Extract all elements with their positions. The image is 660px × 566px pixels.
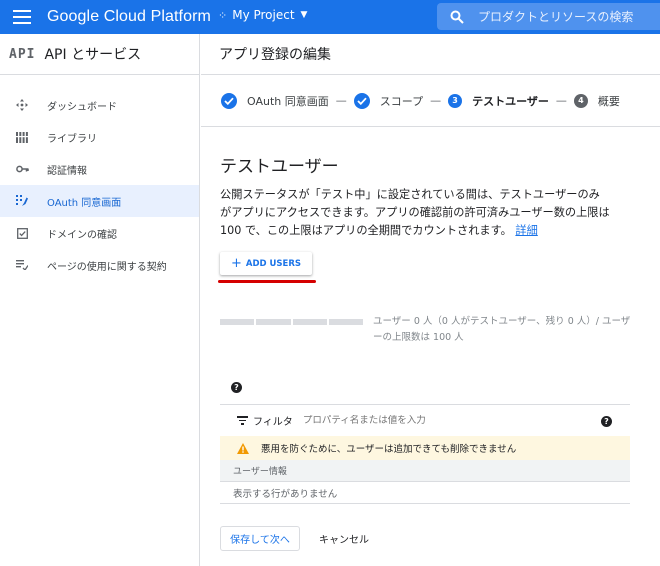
- sidebar-item-credentials[interactable]: 認証情報: [0, 153, 199, 185]
- dashboard-icon: [15, 99, 29, 111]
- test-users-table: フィルタ ? 悪用を防ぐために、ユーザーは追加できても削除できません ユーザー情…: [220, 404, 630, 504]
- check-circle-icon: [353, 92, 370, 109]
- filter-icon[interactable]: [237, 414, 248, 427]
- sidebar: API API とサービス ダッシュボード ライブラリ 認証情報 OAuth 同…: [0, 34, 200, 566]
- caret-down-icon: ▼: [300, 10, 308, 20]
- filter-bar: フィルタ ?: [220, 404, 630, 436]
- help-icon[interactable]: ?: [601, 416, 612, 427]
- warning-text: 悪用を防ぐために、ユーザーは追加できても削除できません: [261, 444, 517, 455]
- key-icon: [15, 165, 29, 173]
- sidebar-item-label: 認証情報: [47, 165, 87, 177]
- quota-segment: [220, 319, 255, 325]
- step-number-badge: 3: [448, 93, 463, 108]
- sidebar-item-label: ドメインの確認: [47, 229, 117, 241]
- help-icon[interactable]: ?: [231, 382, 242, 393]
- add-users-button[interactable]: + ADD USERS: [220, 252, 312, 275]
- sidebar-item-label: OAuth 同意画面: [47, 197, 122, 209]
- library-icon: [15, 131, 29, 143]
- step-scopes[interactable]: スコープ: [380, 93, 423, 109]
- search-box[interactable]: プロダクトとリソースの検索: [437, 3, 660, 30]
- add-users-label: ADD USERS: [245, 258, 302, 269]
- quota-segment: [256, 319, 291, 325]
- consent-icon: [15, 195, 29, 207]
- search-placeholder: プロダクトとリソースの検索: [478, 10, 634, 24]
- cancel-button[interactable]: キャンセル: [313, 526, 375, 551]
- step-separator: —: [555, 94, 567, 107]
- agreement-icon: [15, 260, 29, 270]
- step-number-badge: 4: [573, 93, 588, 108]
- step-separator: —: [430, 94, 442, 107]
- filter-label: フィルタ: [253, 417, 293, 428]
- filter-input[interactable]: [302, 415, 573, 426]
- step-summary: 概要: [597, 94, 620, 108]
- sidebar-item-page-usage-agreements[interactable]: ページの使用に関する契約: [0, 249, 199, 281]
- project-name: My Project: [232, 8, 295, 22]
- sidebar-item-label: ダッシュボード: [47, 101, 117, 113]
- sidebar-item-domain-verification[interactable]: ドメインの確認: [0, 217, 199, 249]
- sidebar-header: API API とサービス: [0, 34, 199, 75]
- highlight-underline: [218, 280, 316, 283]
- plus-icon: +: [230, 256, 242, 271]
- save-and-continue-button[interactable]: 保存して次へ: [220, 526, 300, 551]
- quota-segment: [328, 319, 363, 325]
- step-oauth-consent[interactable]: OAuth 同意画面: [247, 93, 329, 109]
- column-header-user-info[interactable]: ユーザー情報: [220, 460, 630, 482]
- project-dots-icon: ⁘: [218, 8, 227, 22]
- check-circle-icon: [221, 92, 237, 109]
- user-quota-text: ユーザー 0 人（0 人がテストユーザー、残り 0 人）/ ユーザーの上限数は …: [373, 316, 631, 343]
- sidebar-title: API とサービス: [44, 47, 142, 63]
- domain-check-icon: [15, 227, 29, 239]
- sidebar-item-dashboard[interactable]: ダッシュボード: [0, 89, 199, 121]
- sidebar-item-label: ライブラリ: [47, 133, 97, 145]
- api-logo-icon: API: [9, 46, 36, 62]
- sidebar-item-oauth-consent[interactable]: OAuth 同意画面: [0, 185, 199, 217]
- section-heading: テストユーザー: [220, 157, 339, 177]
- brand-title[interactable]: Google Cloud Platform: [47, 8, 211, 26]
- page-title: アプリ登録の編集: [201, 34, 660, 75]
- empty-table-message: 表示する行がありません: [220, 482, 630, 504]
- top-app-bar: Google Cloud Platform ⁘ My Project ▼ プロダ…: [0, 0, 660, 34]
- search-icon: [450, 10, 464, 24]
- warning-icon: [237, 442, 249, 454]
- user-quota-bar: [220, 319, 363, 325]
- step-test-users: テストユーザー: [472, 94, 549, 108]
- section-description: 公開ステータスが「テスト中」に設定されている間は、テストユーザーのみがアプリにア…: [220, 186, 610, 240]
- stepper: OAuth 同意画面 — スコープ — 3 テストユーザー — 4 概要: [201, 75, 660, 127]
- hamburger-menu-icon[interactable]: [13, 10, 31, 24]
- sidebar-item-label: ページの使用に関する契約: [47, 261, 167, 273]
- quota-segment: [292, 319, 327, 325]
- main-content: アプリ登録の編集 OAuth 同意画面 — スコープ — 3 テストユーザー —…: [201, 34, 660, 566]
- step-separator: —: [335, 94, 347, 107]
- description-text: 公開ステータスが「テスト中」に設定されている間は、テストユーザーのみがアプリにア…: [220, 188, 610, 237]
- warning-banner: 悪用を防ぐために、ユーザーは追加できても削除できません: [220, 436, 630, 460]
- project-selector[interactable]: ⁘ My Project ▼: [218, 8, 307, 22]
- sidebar-item-library[interactable]: ライブラリ: [0, 121, 199, 153]
- details-link[interactable]: 詳細: [515, 224, 537, 237]
